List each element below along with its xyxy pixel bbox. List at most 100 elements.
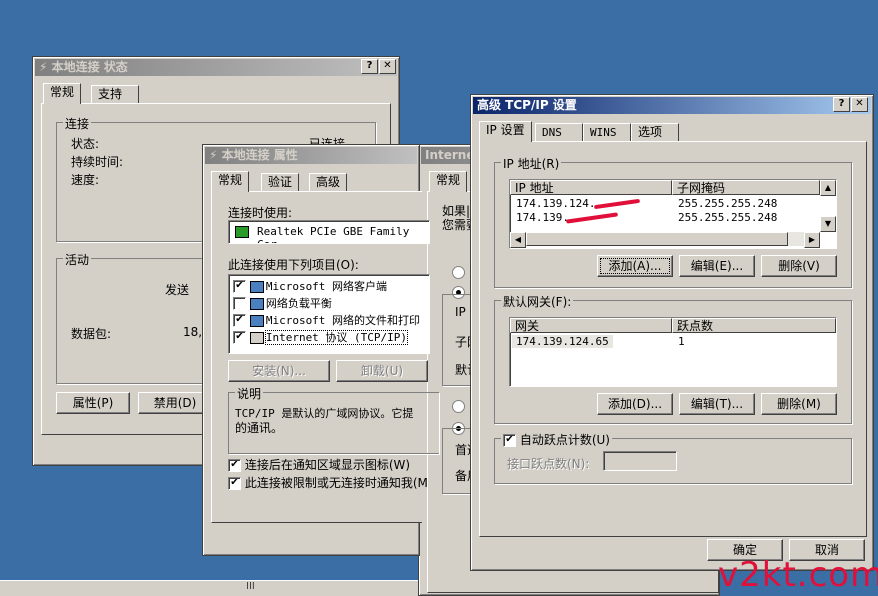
scroll-down-icon[interactable]: ▼ <box>820 216 836 232</box>
taskbar-grip[interactable]: III <box>246 581 255 592</box>
duration-label: 持续时间: <box>71 155 124 169</box>
install-button[interactable]: 安装(N)... <box>228 360 330 382</box>
horizontal-scrollbar[interactable]: ◀ ▶ <box>510 232 820 248</box>
tab-advanced[interactable]: 高级 <box>309 173 348 191</box>
connection-group-label: 连接 <box>63 115 92 132</box>
ip-settings-panel: IP 地址(R) IP 地址 子网掩码 174.139.124. 255.255… <box>479 141 867 537</box>
ip-cell: 174.139. <box>516 211 569 224</box>
notify-label: 此连接被限制或无连接时通知我(M <box>244 476 428 490</box>
table-row[interactable]: 174.139.124. 255.255.255.248 <box>510 196 820 210</box>
close-button[interactable]: ✕ <box>379 59 396 74</box>
properties-panel: 连接时使用: Realtek PCIe GBE Family Cor 此连接使用… <box>211 191 439 523</box>
default-gateway-group: 默认网关(F): 网关 跃点数 174.139.124.65 1 添加(D)..… <box>494 293 852 424</box>
checkbox-checked[interactable]: ✔ <box>233 314 246 327</box>
ip-address-group-label: IP 地址(R) <box>501 155 562 172</box>
checkbox-checked[interactable]: ✔ <box>503 434 516 447</box>
components-list[interactable]: ✔ Microsoft 网络客户端 网络负载平衡 ✔ Microsoft 网络的… <box>228 274 430 354</box>
gateway-table[interactable]: 网关 跃点数 174.139.124.65 1 <box>509 317 837 387</box>
gateway-edit-button[interactable]: 编辑(T)... <box>679 393 755 415</box>
auto-dns-radio[interactable] <box>452 400 465 413</box>
ip-address-table[interactable]: IP 地址 子网掩码 174.139.124. 255.255.255.248 … <box>509 179 837 249</box>
list-item[interactable]: ✔ Microsoft 网络客户端 <box>233 278 387 294</box>
adapter-name: Realtek PCIe GBE Family Cor <box>257 225 410 243</box>
tab-wins[interactable]: WINS <box>583 123 631 141</box>
tab-general[interactable]: 常规 <box>43 83 82 104</box>
network-adapter-icon <box>235 226 249 238</box>
list-item[interactable]: ✔ Internet 协议 (TCP/IP) <box>233 329 409 345</box>
checkbox-checked[interactable]: ✔ <box>233 331 246 344</box>
scroll-right-icon[interactable]: ▶ <box>804 232 820 248</box>
description-line-2: 的通讯。 <box>235 421 284 435</box>
gateway-add-button[interactable]: 添加(D)... <box>597 393 673 415</box>
description-group-label: 说明 <box>235 385 264 402</box>
tcpip-tab-general[interactable]: 常规 <box>429 171 468 192</box>
tcp-ip-protocol-icon <box>249 331 264 344</box>
list-item[interactable]: ✔ Microsoft 网络的文件和打印 <box>233 312 420 328</box>
close-button[interactable]: ✕ <box>851 97 868 112</box>
auto-ip-radio[interactable] <box>452 266 465 279</box>
sent-label: 发送 <box>165 283 190 297</box>
tab-ip-settings[interactable]: IP 设置 <box>479 121 532 142</box>
network-connection-icon: ⚡ <box>39 60 52 74</box>
properties-window-title: 本地连接 属性 <box>221 148 298 162</box>
network-client-icon <box>249 280 264 293</box>
connect-using-label: 连接时使用: <box>228 206 293 220</box>
speed-label: 速度: <box>71 173 100 187</box>
checkbox-checked[interactable]: ✔ <box>228 459 241 472</box>
tcpip-window-title: Interne <box>425 148 475 162</box>
metric-group: ✔ 自动跃点计数(U) 接口跃点数(N): <box>494 431 852 484</box>
table-row[interactable]: 174.139. 255.255.255.248 <box>510 210 820 224</box>
horizontal-scroll-thumb[interactable] <box>526 232 788 246</box>
table-row[interactable]: 174.139.124.65 1 <box>510 334 836 348</box>
status-titlebar[interactable]: ⚡ 本地连接 状态 <box>35 59 397 76</box>
help-button[interactable]: ? <box>361 59 378 74</box>
properties-titlebar[interactable]: ⚡ 本地连接 属性 <box>205 147 417 164</box>
mask-cell: 255.255.255.248 <box>678 197 778 210</box>
network-load-balancing-icon <box>249 297 264 310</box>
ip-add-button[interactable]: 添加(A)... <box>597 255 673 277</box>
list-item-label: Microsoft 网络的文件和打印 <box>265 314 421 327</box>
list-item-label: Microsoft 网络客户端 <box>265 280 388 293</box>
show-icon-option[interactable]: ✔ 连接后在通知区域显示图标(W) <box>228 456 410 473</box>
status-window-title: 本地连接 状态 <box>51 60 128 74</box>
checkbox-unchecked[interactable] <box>233 297 246 310</box>
checkbox-checked[interactable]: ✔ <box>233 280 246 293</box>
default-gateway-group-label: 默认网关(F): <box>501 293 574 310</box>
tab-support[interactable]: 支持 <box>91 85 139 103</box>
interface-metric-label: 接口跃点数(N): <box>507 457 590 471</box>
metric-column-header[interactable]: 跃点数 <box>672 318 836 333</box>
metric-cell: 1 <box>678 335 685 348</box>
ip-edit-button[interactable]: 编辑(E)... <box>679 255 755 277</box>
help-button[interactable]: ? <box>833 97 850 112</box>
advanced-window-title: 高级 TCP/IP 设置 <box>477 98 577 112</box>
tab-authentication[interactable]: 验证 <box>261 173 300 191</box>
network-connection-icon: ⚡ <box>209 148 222 162</box>
tab-options[interactable]: 选项 <box>631 123 679 141</box>
list-item-label: Internet 协议 (TCP/IP) <box>264 330 409 345</box>
list-item[interactable]: 网络负载平衡 <box>233 295 332 311</box>
show-icon-label: 连接后在通知区域显示图标(W) <box>244 458 411 472</box>
file-print-sharing-icon <box>249 314 264 327</box>
notify-option[interactable]: ✔ 此连接被限制或无连接时通知我(M <box>228 474 428 491</box>
watermark: v2kt.com <box>718 555 878 595</box>
advanced-titlebar[interactable]: 高级 TCP/IP 设置 <box>473 97 871 114</box>
mask-column-header[interactable]: 子网掩码 <box>672 180 820 195</box>
checkbox-checked[interactable]: ✔ <box>228 477 241 490</box>
activity-group-label: 活动 <box>63 251 92 268</box>
scroll-left-icon[interactable]: ◀ <box>510 232 526 248</box>
tab-dns[interactable]: DNS <box>535 123 583 141</box>
gateway-column-header[interactable]: 网关 <box>510 318 672 333</box>
uninstall-button[interactable]: 卸载(U) <box>336 360 428 382</box>
ip-column-header[interactable]: IP 地址 <box>510 180 672 195</box>
adapter-field: Realtek PCIe GBE Family Cor <box>228 220 430 244</box>
tab-general[interactable]: 常规 <box>211 171 250 192</box>
disable-button[interactable]: 禁用(D) <box>138 392 212 414</box>
auto-metric-option[interactable]: ✔ 自动跃点计数(U) <box>501 431 612 448</box>
ip-remove-button[interactable]: 删除(V) <box>761 255 837 277</box>
scroll-up-icon[interactable]: ▲ <box>820 180 836 196</box>
interface-metric-input[interactable] <box>603 451 677 471</box>
gateway-remove-button[interactable]: 删除(M) <box>761 393 837 415</box>
ip-address-group: IP 地址(R) IP 地址 子网掩码 174.139.124. 255.255… <box>494 155 852 288</box>
connection-properties-window: ⚡ 本地连接 属性 常规 验证 高级 连接时使用: Realtek PCIe G… <box>202 144 439 556</box>
properties-button[interactable]: 属性(P) <box>56 392 130 414</box>
